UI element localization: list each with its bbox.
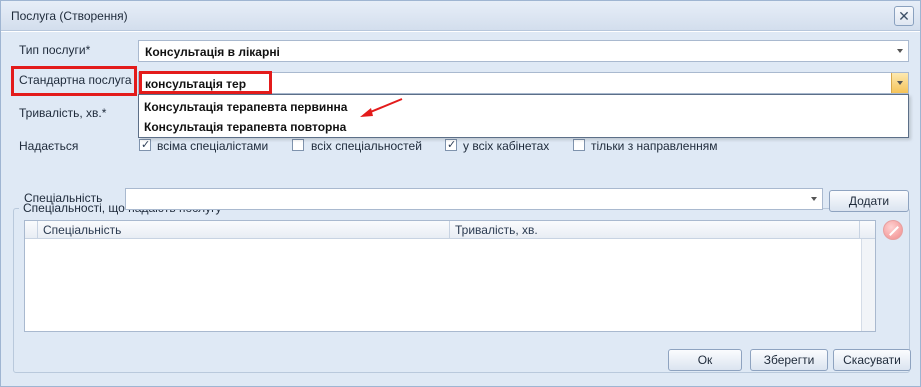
save-button[interactable]: Зберегти: [750, 349, 828, 371]
service-type-value: Консультація в лікарні: [145, 45, 280, 59]
checkbox-all-rooms[interactable]: [445, 138, 457, 151]
window-title: Послуга (Створення): [11, 9, 128, 23]
standard-service-dropdown-button[interactable]: [891, 73, 908, 93]
specialty-select[interactable]: [125, 188, 823, 210]
dialog-body: Тип послуги* Консультація в лікарні Стан…: [1, 32, 920, 386]
checkbox-referral-only[interactable]: [573, 139, 585, 151]
dropdown-item-primary[interactable]: Консультація терапевта первинна: [144, 100, 347, 114]
checkbox-referral-only-label: тільки з направленням: [591, 139, 718, 153]
add-button[interactable]: Додати: [829, 190, 909, 212]
column-separator: [37, 221, 38, 239]
annotation-arrow-icon: [360, 98, 403, 117]
input-highlight-box: [139, 71, 272, 94]
table-header: Спеціальність Тривалість, хв.: [25, 221, 875, 239]
service-dialog: Послуга (Створення) ✕ Тип послуги* Консу…: [0, 0, 921, 387]
checkbox-all-specialties-label: всіх спеціальностей: [311, 139, 422, 153]
ok-button[interactable]: Ок: [668, 349, 742, 371]
chevron-down-icon[interactable]: [897, 49, 903, 53]
autocomplete-dropdown: Консультація терапевта первинна Консульт…: [138, 94, 909, 138]
checkbox-all-specialists[interactable]: [139, 138, 151, 151]
checkbox-all-specialists-label: всіма спеціалістами: [157, 139, 269, 153]
provided-label: Надається: [19, 139, 79, 153]
column-separator: [449, 221, 450, 239]
checkbox-all-specialties[interactable]: [292, 139, 304, 151]
column-separator: [859, 221, 860, 239]
chevron-down-icon[interactable]: [897, 81, 903, 85]
standard-service-label: Стандартна послуга: [19, 73, 132, 87]
checkbox-all-rooms-label: у всіх кабінетах: [463, 139, 550, 153]
duration-label: Тривалість, хв.*: [19, 106, 107, 120]
delete-icon[interactable]: [883, 220, 903, 240]
title-bar: Послуга (Створення) ✕: [1, 1, 920, 31]
cancel-button[interactable]: Скасувати: [833, 349, 911, 371]
column-header-specialty[interactable]: Спеціальність: [43, 223, 121, 237]
table-scrollbar[interactable]: [861, 239, 875, 331]
specialties-table: Спеціальність Тривалість, хв.: [24, 220, 876, 332]
close-icon[interactable]: ✕: [894, 6, 914, 26]
specialty-label: Спеціальність: [24, 191, 103, 205]
dropdown-item-repeat[interactable]: Консультація терапевта повторна: [144, 120, 346, 134]
chevron-down-icon[interactable]: [811, 197, 817, 201]
service-type-label: Тип послуги*: [19, 43, 91, 57]
column-header-duration[interactable]: Тривалість, хв.: [455, 223, 538, 237]
service-type-select[interactable]: Консультація в лікарні: [138, 40, 909, 62]
